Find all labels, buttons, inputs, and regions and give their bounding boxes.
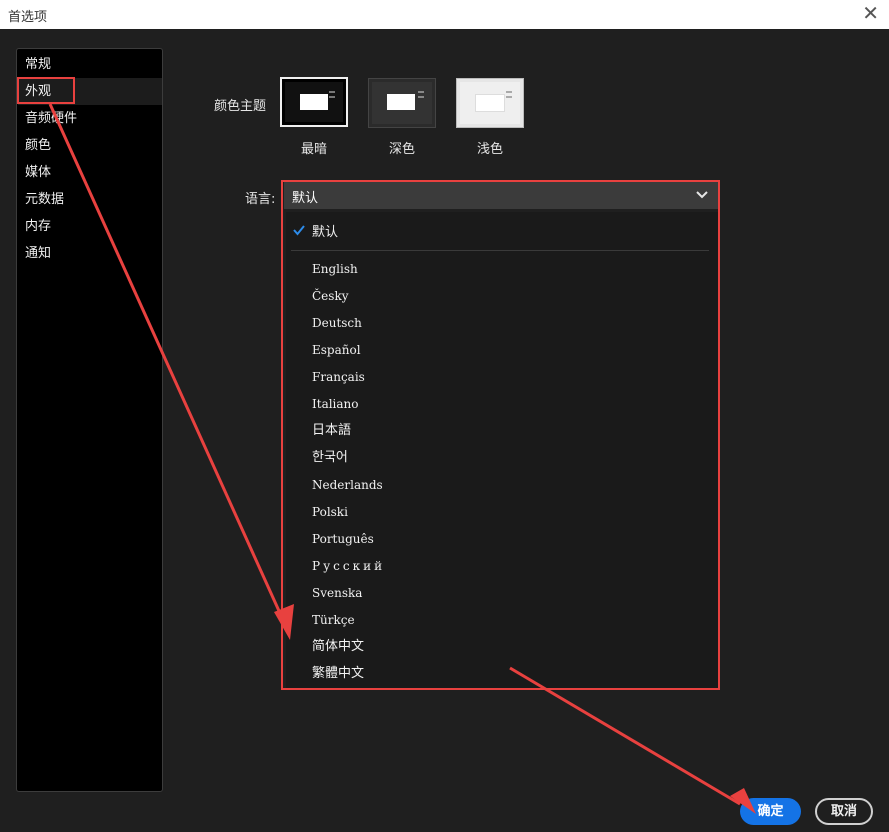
language-selected-value: 默认 (292, 191, 319, 206)
checkmark-icon (293, 225, 305, 236)
sidebar-item-color[interactable]: 颜色 (18, 132, 162, 159)
ok-button[interactable]: 确定 (740, 798, 801, 825)
language-option-korean[interactable]: 한국어 (312, 447, 348, 469)
theme-light-label: 浅色 (476, 142, 503, 157)
close-icon[interactable]: ✕ (862, 2, 879, 24)
sidebar-item-audio-hardware[interactable]: 音频硬件 (18, 105, 162, 132)
highlight-box-appearance (17, 77, 75, 104)
language-option-traditional-chinese[interactable]: 繁體中文 (312, 663, 364, 685)
language-option-spanish[interactable]: Español (312, 339, 361, 361)
language-option-czech[interactable]: Česky (312, 285, 349, 307)
language-option-swedish[interactable]: Svenska (312, 582, 362, 604)
language-option-polish[interactable]: Polski (312, 501, 348, 523)
language-option-dutch[interactable]: Nederlands (312, 474, 383, 496)
language-option-turkish[interactable]: Türkçe (312, 609, 355, 631)
title-bar: 首选项 ✕ (0, 0, 889, 29)
sidebar-item-notifications[interactable]: 通知 (18, 240, 162, 267)
language-dropdown-list: 默认 English Česky Deutsch Español Françai… (286, 212, 718, 688)
sidebar-item-general[interactable]: 常规 (18, 51, 162, 78)
language-option-english[interactable]: English (312, 258, 358, 280)
sidebar-item-memory[interactable]: 内存 (18, 213, 162, 240)
language-option-french[interactable]: Français (312, 366, 365, 388)
sidebar-item-metadata[interactable]: 元数据 (18, 186, 162, 213)
language-select[interactable]: 默认 (284, 182, 718, 209)
language-option-japanese[interactable]: 日本語 (312, 420, 351, 442)
language-option-italian[interactable]: Italiano (312, 393, 359, 415)
theme-label: 颜色主题 (214, 99, 267, 114)
dropdown-separator (291, 250, 709, 251)
language-label: 语言: (245, 192, 276, 207)
theme-light[interactable] (456, 78, 524, 128)
chevron-down-icon (696, 191, 708, 199)
theme-dark-label: 深色 (388, 142, 415, 157)
theme-dark[interactable] (368, 78, 436, 128)
theme-darkest-label: 最暗 (300, 142, 327, 157)
sidebar-item-media[interactable]: 媒体 (18, 159, 162, 186)
theme-darkest[interactable] (280, 77, 348, 127)
cancel-button[interactable]: 取消 (815, 798, 873, 825)
annotation-arrow-to-ok (509, 666, 741, 806)
language-option-portuguese[interactable]: Português (312, 528, 374, 550)
language-option-default[interactable]: 默认 (312, 222, 338, 244)
language-option-german[interactable]: Deutsch (312, 312, 362, 334)
language-option-russian[interactable]: Русский (312, 555, 385, 577)
sidebar: 常规 外观 音频硬件 颜色 媒体 元数据 内存 通知 (16, 48, 163, 792)
language-option-simplified-chinese[interactable]: 简体中文 (312, 636, 364, 658)
window-title: 首选项 (8, 10, 48, 25)
